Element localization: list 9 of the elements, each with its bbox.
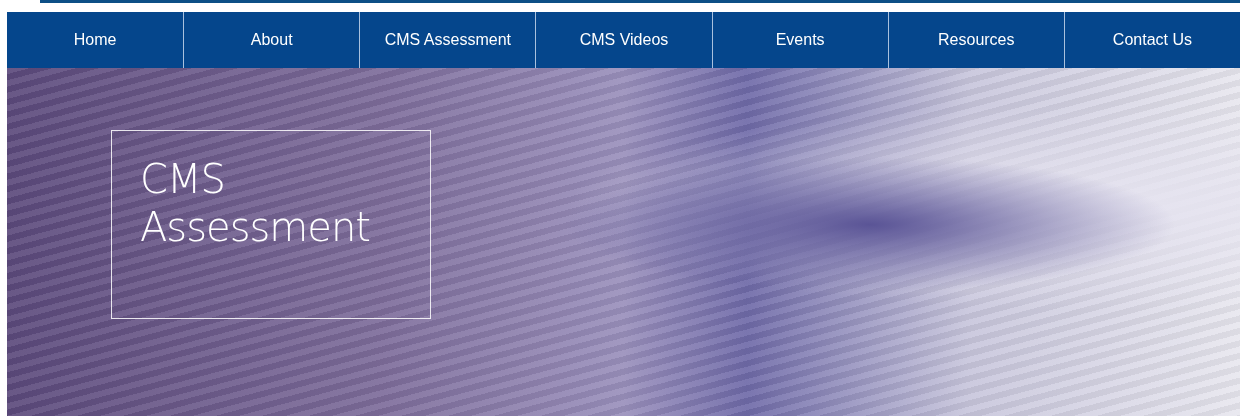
nav-link[interactable]: Resources (887, 12, 1064, 68)
hero-title: CMS (140, 155, 226, 203)
nav-link[interactable]: Home (7, 12, 184, 68)
nav-link[interactable]: CMS Assessment (359, 12, 536, 68)
nav-link[interactable]: Events (711, 12, 888, 68)
hero-title: Assessment (140, 203, 371, 251)
nav-link[interactable]: CMS Videos (535, 12, 712, 68)
nav-link[interactable]: About (183, 12, 360, 68)
nav-link[interactable]: Contact Us (1063, 12, 1240, 68)
